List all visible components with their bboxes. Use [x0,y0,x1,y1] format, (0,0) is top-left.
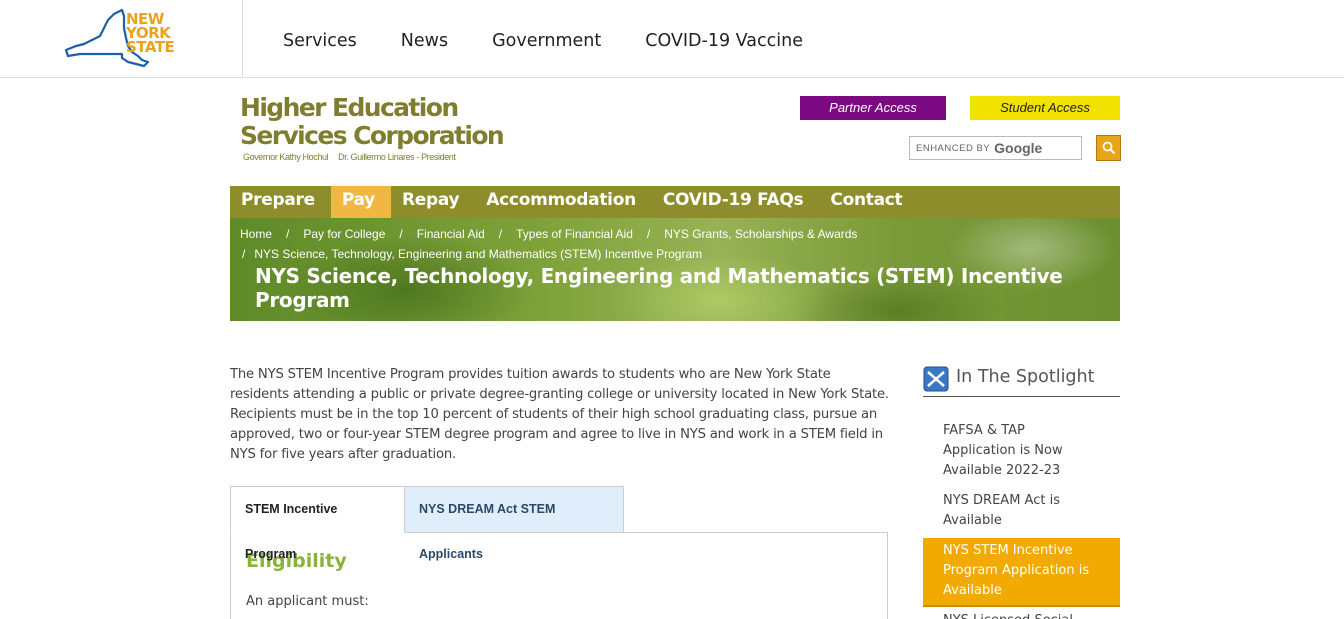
student-access-button[interactable]: Student Access [970,96,1120,120]
search-google-brand: Google [994,140,1043,156]
main-nav-covid-faqs[interactable]: COVID-19 FAQs [652,186,820,218]
search-input[interactable]: ENHANCED BY Google [909,136,1082,160]
spotlight-header: In The Spotlight [923,366,1120,397]
nav-services[interactable]: Services [283,31,357,51]
hesc-logo[interactable]: Higher Education Services Corporation Go… [240,93,505,163]
spotlight-item[interactable]: NYS Licensed Social [923,611,1120,619]
tab-dream-act-stem[interactable]: NYS DREAM Act STEM Applicants [405,486,624,561]
breadcrumb-grants[interactable]: NYS Grants, Scholarships & Awards [664,227,857,241]
page-title: NYS Science, Technology, Engineering and… [255,264,1063,312]
eligibility-lead: An applicant must: [246,594,369,609]
nys-nav: Services News Government COVID-19 Vaccin… [283,31,847,51]
page-banner: Home / Pay for College / Financial Aid / Types… [230,218,1120,321]
breadcrumb-home[interactable]: Home [240,227,272,241]
hesc-logo-officials: Governor Kathy Hochul Dr. Guillermo Linar… [243,152,503,162]
intro-paragraph: The NYS STEM Incentive Program provides … [230,367,889,462]
logo-word-state: STATE [126,38,175,56]
main-nav: Prepare Pay Repay Accommodation COVID-19… [230,186,1120,218]
governor-name: Governor Kathy Hochul [243,152,329,162]
main-nav-accommodation[interactable]: Accommodation [475,186,652,218]
main-nav-pay[interactable]: Pay [330,186,391,218]
nys-logo[interactable]: NEW YORK STATE [62,6,180,72]
main-nav-contact[interactable]: Contact [819,186,918,218]
breadcrumb: Home / Pay for College / Financial Aid / Types… [240,227,858,261]
search-enhanced-by: ENHANCED BY [916,142,991,154]
hesc-logo-line1: Higher Education [240,93,459,122]
spotlight-item-active[interactable]: NYS STEM Incentive Program Application i… [923,538,1120,607]
spotlight-item[interactable]: NYS DREAM Act is Available [923,491,1120,531]
president-name: Dr. Guillermo Linares - President [338,152,456,162]
search-icon [1102,141,1115,155]
partner-access-button[interactable]: Partner Access [800,96,946,120]
nav-covid-vaccine[interactable]: COVID-19 Vaccine [645,31,803,51]
tab-panel: Eligibility An applicant must: [230,532,888,619]
breadcrumb-financial-aid[interactable]: Financial Aid [417,227,485,241]
spotlight-title: In The Spotlight [956,367,1095,387]
nav-government[interactable]: Government [492,31,601,51]
spotlight-star-icon [923,366,949,392]
spotlight-item[interactable]: FAFSA & TAP Application is Now Available… [923,421,1120,481]
program-tabs: STEM Incentive Program NYS DREAM Act STE… [230,486,624,561]
search-button[interactable] [1096,135,1121,161]
breadcrumb-pay-for-college[interactable]: Pay for College [303,227,385,241]
breadcrumb-current: NYS Science, Technology, Engineering and… [254,247,703,261]
breadcrumb-types-of-aid[interactable]: Types of Financial Aid [516,227,633,241]
hesc-logo-line2: Services Corporation [240,121,505,150]
nav-news[interactable]: News [401,31,448,51]
main-nav-repay[interactable]: Repay [391,186,475,218]
tab-stem-incentive[interactable]: STEM Incentive Program [230,486,405,561]
nys-global-header: NEW YORK STATE Services News Government … [0,0,1344,78]
main-nav-prepare[interactable]: Prepare [230,186,331,218]
header-divider [242,0,243,77]
